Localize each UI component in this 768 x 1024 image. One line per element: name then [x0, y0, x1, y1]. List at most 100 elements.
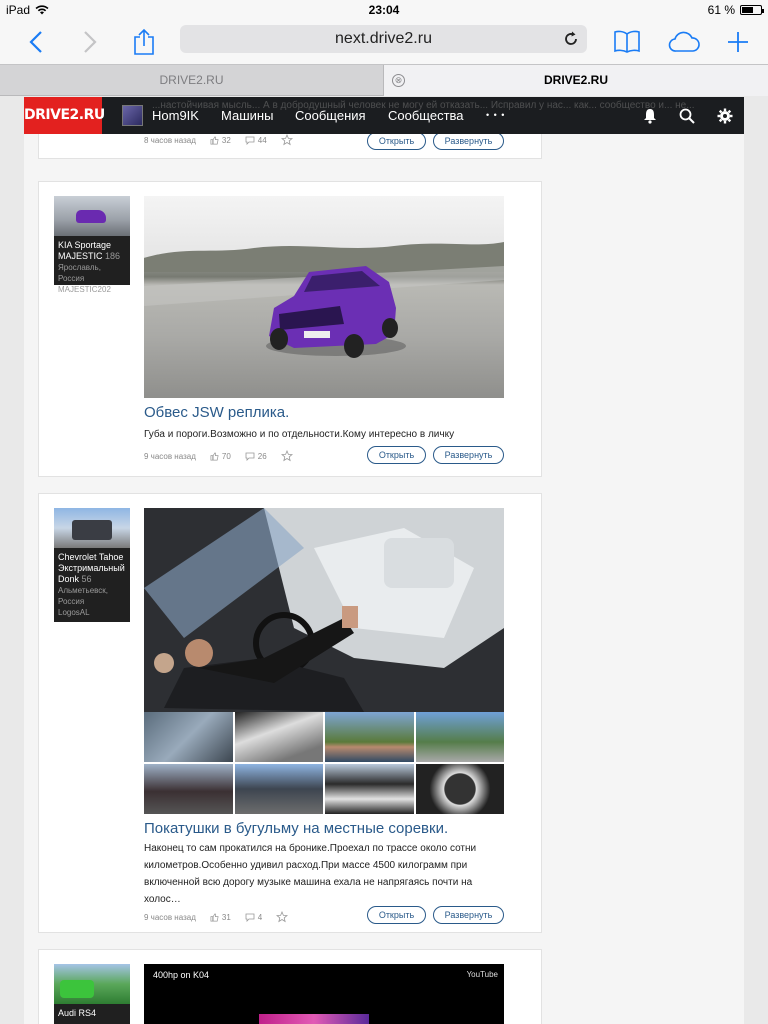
post-image-collage[interactable] — [144, 508, 504, 814]
author-city: Альметьевск, — [58, 586, 109, 595]
back-button[interactable] — [18, 24, 54, 60]
collage-thumb[interactable] — [415, 712, 504, 762]
tab-active[interactable]: ⊗ DRIVE2.RU — [384, 65, 768, 96]
author-car: KIA Sportage MAJESTIC — [58, 240, 112, 261]
author-country: Россия — [58, 597, 85, 606]
open-button[interactable]: Открыть — [367, 906, 426, 924]
collage-thumb[interactable] — [234, 764, 323, 814]
post-time: 9 часов назад — [144, 451, 196, 461]
battery-percent: 61 % — [707, 3, 735, 17]
comments-count: 26 — [257, 451, 267, 461]
close-tab-icon[interactable]: ⊗ — [392, 74, 405, 87]
author-country: Россия — [58, 274, 85, 283]
post-title[interactable]: Обвес JSW реплика. — [144, 404, 289, 421]
comment-icon — [245, 913, 255, 922]
post-card: Chevrolet Tahoe Экстримальный Donk 56 Ал… — [38, 493, 542, 933]
bookmarks-button[interactable] — [609, 24, 645, 60]
collage-thumbnails — [144, 712, 504, 814]
expand-button[interactable]: Развернуть — [433, 132, 504, 150]
comments[interactable]: 26 — [245, 452, 267, 461]
url-text: next.drive2.ru — [335, 30, 432, 47]
comment-icon — [245, 452, 255, 461]
collage-thumb[interactable] — [144, 712, 233, 762]
comment-icon — [245, 136, 255, 145]
likes[interactable]: 70 — [210, 452, 231, 461]
video-source: YouTube — [466, 970, 498, 979]
collage-thumb[interactable] — [234, 712, 323, 762]
address-bar[interactable]: next.drive2.ru — [180, 25, 587, 53]
bell-icon[interactable] — [641, 107, 659, 125]
post-image[interactable] — [144, 196, 504, 398]
author-badge[interactable]: Chevrolet Tahoe Экстримальный Donk 56 Ал… — [54, 508, 130, 622]
author-count: 186 — [105, 251, 121, 261]
video-title: 400hp on K04 — [153, 970, 210, 980]
purple-suv-illustration — [144, 242, 504, 358]
likes[interactable]: 32 — [210, 136, 231, 145]
reload-icon[interactable] — [561, 29, 581, 49]
user-avatar[interactable] — [122, 105, 143, 126]
nav-item-cars[interactable]: Машины — [221, 97, 273, 134]
author-car: Audi RS4 — [58, 1008, 97, 1018]
expand-button[interactable]: Развернуть — [433, 906, 504, 924]
comments[interactable]: 4 — [245, 913, 262, 922]
post-text: Губа и пороги.Возможно и по отдельности.… — [144, 429, 455, 440]
author-nick: MAJESTIC202 — [58, 285, 111, 294]
search-icon[interactable] — [678, 107, 696, 125]
open-button[interactable]: Открыть — [367, 132, 426, 150]
nav-user[interactable]: Hom9IK — [152, 97, 199, 134]
author-car-photo — [54, 964, 130, 1004]
book-icon — [614, 30, 640, 53]
tab-label: DRIVE2.RU — [543, 73, 608, 87]
collage-thumb[interactable] — [325, 712, 414, 762]
collage-thumb[interactable] — [325, 764, 414, 814]
nav-item-messages[interactable]: Сообщения — [295, 97, 366, 134]
nav-item-communities[interactable]: Сообщества — [388, 97, 464, 134]
author-count: 56 — [81, 574, 92, 584]
expand-button[interactable]: Развернуть — [433, 446, 504, 464]
new-tab-button[interactable] — [720, 24, 756, 60]
likes[interactable]: 31 — [210, 913, 231, 922]
tab-label: DRIVE2.RU — [159, 73, 224, 87]
battery-icon — [740, 5, 764, 15]
post-meta: 9 часов назад 70 26 — [144, 450, 293, 462]
collage-main-photo — [144, 508, 504, 712]
star-icon[interactable] — [276, 911, 289, 923]
site-logo[interactable]: DRIVE2.RU — [24, 97, 105, 134]
gear-icon[interactable] — [716, 107, 734, 125]
post-meta: 8 часов назад 32 44 — [144, 134, 293, 146]
collage-thumb[interactable] — [144, 764, 233, 814]
likes-count: 70 — [221, 451, 231, 461]
nav-more[interactable]: • • • — [486, 97, 505, 134]
forward-button[interactable] — [72, 24, 108, 60]
collage-thumb[interactable] — [415, 764, 504, 814]
icloud-tabs-button[interactable] — [666, 24, 702, 60]
open-button[interactable]: Открыть — [367, 446, 426, 464]
web-page: ...настойчивая мысль... А в добродушный … — [0, 97, 768, 1024]
comments-count: 4 — [257, 912, 263, 922]
thumbs-up-icon — [210, 913, 219, 921]
post-time: 9 часов назад — [144, 912, 196, 922]
comments-count: 44 — [257, 135, 267, 145]
author-city: Ярославль, — [58, 263, 101, 272]
video-embed[interactable]: 400hp on K04 YouTube — [144, 964, 504, 1024]
site-navbar: ...настойчивая мысль... А в добродушный … — [24, 97, 744, 134]
status-bar: iPad 23:04 61 % — [0, 0, 768, 20]
thumbs-up-icon — [210, 136, 219, 144]
post-title[interactable]: Покатушки в бугульму на местные соревки. — [144, 820, 448, 837]
likes-count: 31 — [221, 912, 231, 922]
chevron-right-icon — [84, 31, 97, 53]
share-button[interactable] — [126, 24, 162, 60]
author-nick: LogosAL — [58, 608, 90, 617]
star-icon[interactable] — [280, 134, 293, 146]
post-card: KIA Sportage MAJESTIC 186 Ярославль, Рос… — [38, 181, 542, 477]
star-icon[interactable] — [280, 450, 293, 462]
tab-inactive[interactable]: DRIVE2.RU — [0, 65, 384, 96]
feed-column: ...настойчивая мысль... А в добродушный … — [24, 97, 744, 1024]
author-badge[interactable]: KIA Sportage MAJESTIC 186 Ярославль, Рос… — [54, 196, 130, 294]
comments[interactable]: 44 — [245, 136, 267, 145]
browser-toolbar: next.drive2.ru — [0, 20, 768, 64]
plus-icon — [728, 32, 748, 52]
share-icon — [134, 28, 154, 55]
author-badge[interactable]: Audi RS4 — [54, 964, 130, 1024]
chevron-left-icon — [29, 31, 42, 53]
